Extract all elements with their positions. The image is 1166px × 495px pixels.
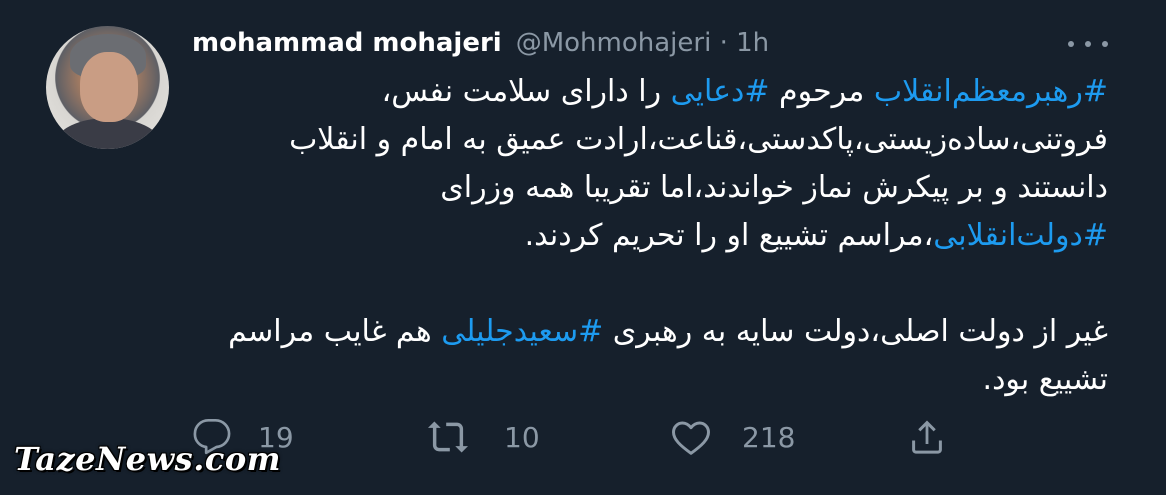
share-upload-icon <box>906 416 948 458</box>
tweet-header: mohammad mohajeri @Mohmohajeri · 1h <box>192 28 769 64</box>
retweet-count: 10 <box>504 420 540 454</box>
tweet-time[interactable]: 1h <box>736 28 769 58</box>
tweet-text-segment: مرحوم <box>769 74 874 109</box>
tweet-paragraph-1: #رهبرمعظم‌انقلاب مرحوم #دعایی را دارای س… <box>200 68 1108 260</box>
tweet-card[interactable]: mohammad mohajeri @Mohmohajeri · 1h #رهب… <box>0 0 1166 495</box>
retweet-button[interactable]: 10 <box>426 412 540 462</box>
tweet-text: #رهبرمعظم‌انقلاب مرحوم #دعایی را دارای س… <box>200 68 1108 404</box>
watermark: TazeNews.com <box>14 440 282 478</box>
author-handle-text: @Mohmohajeri <box>515 28 712 58</box>
hashtag-link[interactable]: #دولت‌انقلابی <box>933 218 1108 253</box>
avatar-suit <box>56 118 160 149</box>
retweet-icon <box>426 417 470 457</box>
like-button[interactable]: 218 <box>670 412 795 462</box>
tweet-text-segment: غیر از دولت اصلی،دولت سایه به رهبری <box>603 314 1108 349</box>
tweet-text-segment: ،مراسم تشییع او را تحریم کردند. <box>524 218 934 253</box>
more-dot <box>1085 41 1091 47</box>
avatar-face <box>80 52 138 122</box>
separator: · <box>719 28 728 58</box>
heart-icon <box>670 417 712 457</box>
hashtag-link[interactable]: #دعایی <box>671 74 770 109</box>
hashtag-link[interactable]: #سعیدجلیلی <box>441 314 603 349</box>
tweet-paragraph-2: غیر از دولت اصلی،دولت سایه به رهبری #سعی… <box>200 308 1108 404</box>
more-dot <box>1068 41 1074 47</box>
avatar[interactable] <box>46 26 169 149</box>
more-dot <box>1102 41 1108 47</box>
share-button[interactable] <box>906 412 948 462</box>
like-count: 218 <box>742 420 796 454</box>
hashtag-link[interactable]: #رهبرمعظم‌انقلاب <box>874 74 1108 109</box>
author-handle[interactable]: @Mohmohajeri · 1h <box>516 28 769 58</box>
author-name[interactable]: mohammad mohajeri <box>192 28 502 58</box>
more-options-icon[interactable] <box>1068 36 1108 52</box>
